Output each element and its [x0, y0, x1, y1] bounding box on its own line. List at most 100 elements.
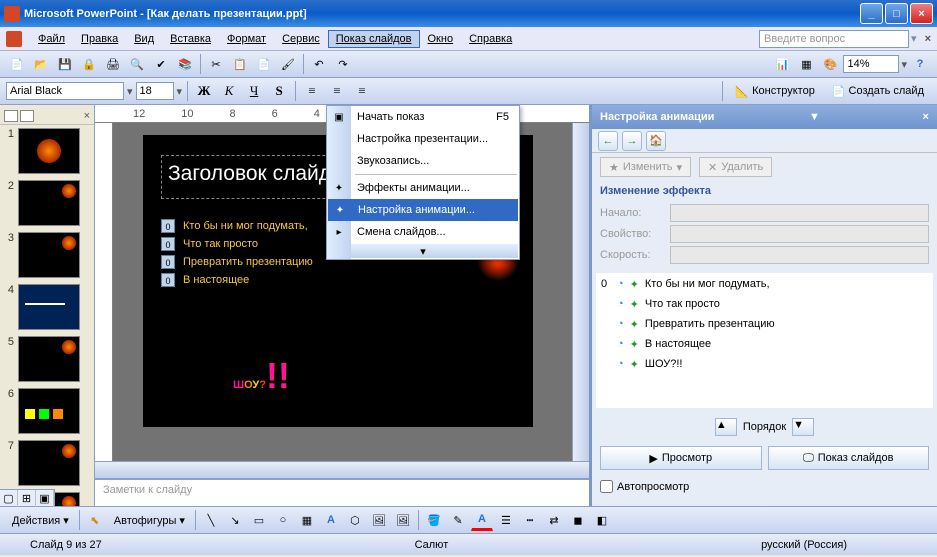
copy-button[interactable]: 📋: [229, 53, 251, 75]
picture-button[interactable]: 🖼: [392, 509, 414, 531]
thumb-3[interactable]: 3: [0, 229, 94, 281]
autoshapes-menu[interactable]: Автофигуры ▾: [108, 514, 191, 527]
select-button[interactable]: ⬉: [84, 509, 106, 531]
sorter-view-button[interactable]: ⊞: [18, 490, 36, 506]
menu-insert[interactable]: Вставка: [162, 30, 219, 48]
actions-menu[interactable]: Действия ▾: [6, 514, 75, 527]
slide-body[interactable]: 0Кто бы ни мог подумать, 0Что так просто…: [161, 215, 313, 291]
menu-edit[interactable]: Правка: [73, 30, 126, 48]
menu-help[interactable]: Справка: [461, 30, 520, 48]
menu-expand-button[interactable]: ▾: [328, 244, 518, 258]
oval-button[interactable]: ○: [272, 509, 294, 531]
speed-combo[interactable]: [670, 246, 929, 264]
3d-button[interactable]: ◧: [591, 509, 613, 531]
close-button[interactable]: ×: [910, 3, 933, 24]
diagram-button[interactable]: ⬡: [344, 509, 366, 531]
anim-item[interactable]: ◔✦Превратить презентацию: [597, 314, 932, 334]
thumb-4[interactable]: 4: [0, 281, 94, 333]
notes-pane[interactable]: Заметки к слайду: [95, 478, 589, 506]
slide-show-text[interactable]: ШОУ?!!: [233, 355, 290, 397]
change-effect-button[interactable]: ★ Изменить ▾: [600, 157, 691, 177]
nav-forward-button[interactable]: →: [622, 131, 642, 151]
taskpane-close-button[interactable]: ×: [923, 111, 929, 123]
menu-view[interactable]: Вид: [126, 30, 162, 48]
permission-button[interactable]: 🔒: [78, 53, 100, 75]
clipart-button[interactable]: 🖼: [368, 509, 390, 531]
thumbs-tab-bar[interactable]: ×: [0, 107, 94, 125]
align-left-button[interactable]: ≡: [301, 80, 323, 102]
redo-button[interactable]: ↷: [332, 53, 354, 75]
arrow-style-button[interactable]: ⇄: [543, 509, 565, 531]
preview-button[interactable]: ▶ Просмотр: [600, 446, 762, 470]
move-up-button[interactable]: ▲: [715, 418, 737, 436]
menu-item-record[interactable]: Звукозапись...: [327, 150, 519, 172]
slideshow-button[interactable]: 🖵 Показ слайдов: [768, 446, 930, 470]
vertical-scrollbar[interactable]: [572, 123, 589, 461]
maximize-button[interactable]: □: [885, 3, 908, 24]
fill-color-button[interactable]: 🪣: [423, 509, 445, 531]
design-button[interactable]: 📐Конструктор: [728, 80, 821, 102]
anim-item[interactable]: ◔✦ШОУ?!!: [597, 354, 932, 374]
menu-window[interactable]: Окно: [420, 30, 462, 48]
rect-button[interactable]: ▭: [248, 509, 270, 531]
thumb-7[interactable]: 7: [0, 437, 94, 489]
open-button[interactable]: 📂: [30, 53, 52, 75]
minimize-button[interactable]: _: [860, 3, 883, 24]
preview-button[interactable]: 🔍: [126, 53, 148, 75]
move-down-button[interactable]: ▼: [792, 418, 814, 436]
anim-item[interactable]: ◔✦Что так просто: [597, 294, 932, 314]
textbox-button[interactable]: ▦: [296, 509, 318, 531]
autopreview-checkbox[interactable]: [600, 480, 613, 493]
menu-item-transition[interactable]: ▸Смена слайдов...: [327, 221, 519, 243]
menu-item-setup-show[interactable]: Настройка презентации...: [327, 128, 519, 150]
menu-item-custom-anim[interactable]: ✦Настройка анимации...: [328, 199, 518, 221]
nav-back-button[interactable]: ←: [598, 131, 618, 151]
spell-button[interactable]: ✔: [150, 53, 172, 75]
help-search-input[interactable]: Введите вопрос: [759, 30, 909, 48]
doc-close-button[interactable]: ×: [925, 33, 931, 45]
help-button[interactable]: ?: [909, 53, 931, 75]
underline-button[interactable]: Ч: [243, 80, 265, 102]
anim-item[interactable]: 0◔✦Кто бы ни мог подумать,: [597, 274, 932, 294]
align-right-button[interactable]: ≡: [351, 80, 373, 102]
shadow-button[interactable]: S: [268, 80, 290, 102]
line-color-button[interactable]: ✎: [447, 509, 469, 531]
undo-button[interactable]: ↶: [308, 53, 330, 75]
chart-button[interactable]: 📊: [771, 53, 793, 75]
menu-item-anim-effects[interactable]: ✦Эффекты анимации...: [327, 177, 519, 199]
menu-format[interactable]: Формат: [219, 30, 274, 48]
new-slide-button[interactable]: 📄Создать слайд: [825, 80, 931, 102]
dash-button[interactable]: ┅: [519, 509, 541, 531]
thumb-1[interactable]: 1: [0, 125, 94, 177]
save-button[interactable]: 💾: [54, 53, 76, 75]
slideshow-view-button[interactable]: ▣: [36, 490, 54, 506]
paste-button[interactable]: 📄: [253, 53, 275, 75]
horizontal-scrollbar[interactable]: [95, 461, 589, 478]
font-size-combo[interactable]: 18: [136, 82, 174, 100]
line-button[interactable]: ╲: [200, 509, 222, 531]
menu-slideshow[interactable]: Показ слайдов: [328, 30, 420, 48]
thumb-5[interactable]: 5: [0, 333, 94, 385]
line-style-button[interactable]: ☰: [495, 509, 517, 531]
new-button[interactable]: 📄: [6, 53, 28, 75]
language-status[interactable]: русский (Россия): [741, 539, 867, 551]
bold-button[interactable]: Ж: [193, 80, 215, 102]
property-combo[interactable]: [670, 225, 929, 243]
italic-button[interactable]: К: [218, 80, 240, 102]
font-name-combo[interactable]: Arial Black: [6, 82, 124, 100]
normal-view-button[interactable]: ▢: [0, 490, 18, 506]
table-button[interactable]: ▦: [795, 53, 817, 75]
menu-item-start-show[interactable]: ▣Начать показF5: [327, 106, 519, 128]
anim-item[interactable]: ◔✦В настоящее: [597, 334, 932, 354]
thumb-6[interactable]: 6: [0, 385, 94, 437]
animation-list[interactable]: 0◔✦Кто бы ни мог подумать, ◔✦Что так про…: [596, 273, 933, 408]
cut-button[interactable]: ✂: [205, 53, 227, 75]
zoom-combo[interactable]: 14%: [843, 55, 899, 73]
color-button[interactable]: 🎨: [819, 53, 841, 75]
wordart-button[interactable]: A: [320, 509, 342, 531]
start-combo[interactable]: [670, 204, 929, 222]
delete-effect-button[interactable]: ✕ Удалить: [699, 157, 772, 177]
research-button[interactable]: 📚: [174, 53, 196, 75]
menu-file[interactable]: Файл: [30, 30, 73, 48]
thumb-2[interactable]: 2: [0, 177, 94, 229]
